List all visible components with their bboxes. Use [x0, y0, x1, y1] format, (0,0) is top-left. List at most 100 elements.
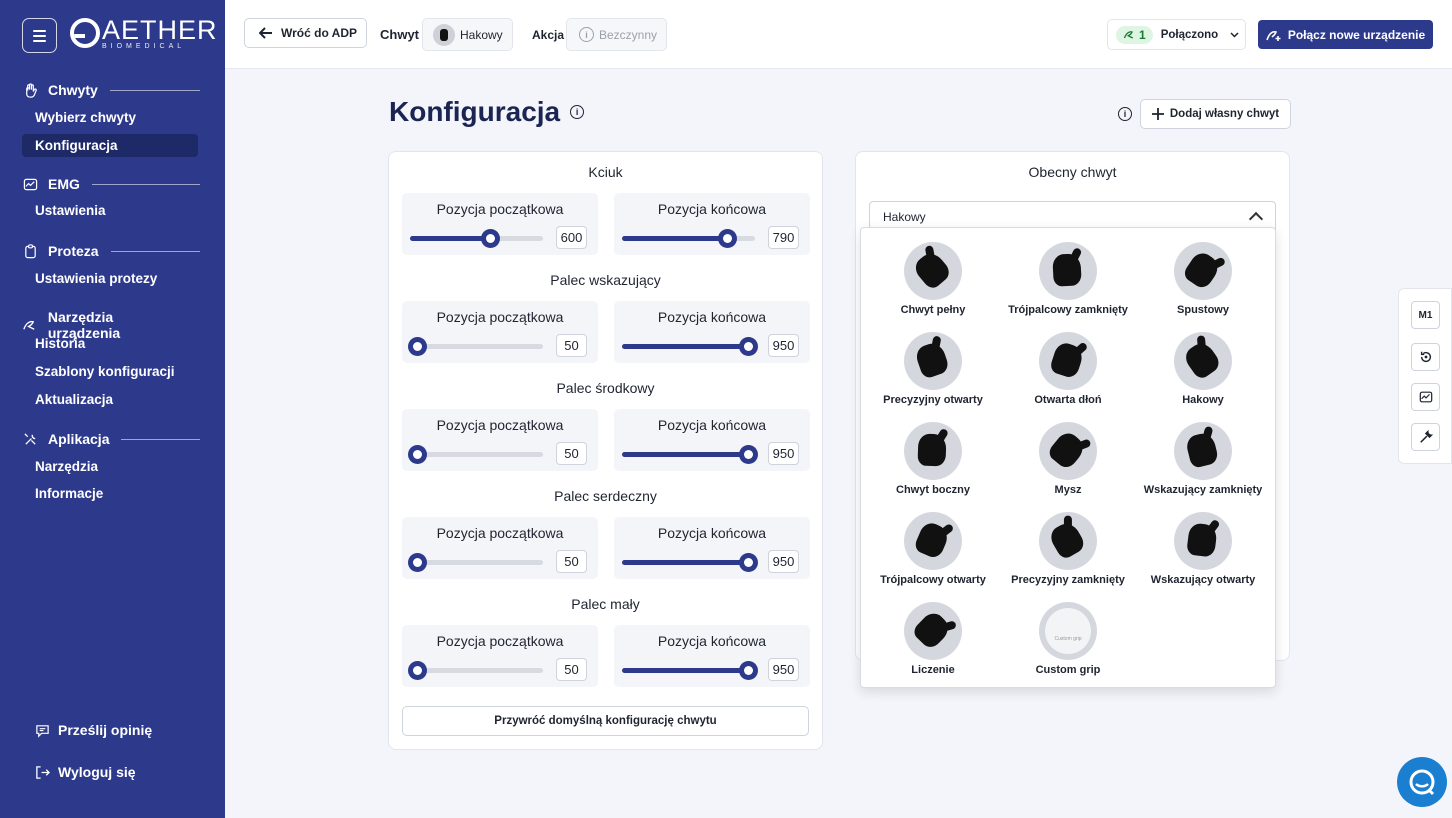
slider-value-input[interactable]: 50	[556, 334, 587, 357]
slider-thumb[interactable]	[718, 229, 738, 248]
start-position-slider: Pozycja początkowa 600	[402, 193, 598, 255]
feedback-icon	[36, 724, 49, 738]
page-title-text: Konfiguracja	[389, 96, 561, 127]
restore-button[interactable]	[1411, 343, 1440, 371]
grip-option[interactable]: Wskazujący otwarty	[1133, 512, 1273, 586]
sidebar-item-konfiguracja[interactable]: Konfiguracja	[22, 134, 198, 157]
slider-value-input[interactable]: 950	[768, 550, 799, 573]
info-icon[interactable]: i	[570, 105, 585, 119]
start-position-slider: Pozycja początkowa 50	[402, 517, 598, 579]
grip-option[interactable]: Trójpalcowy otwarty	[863, 512, 1003, 586]
connect-new-label: Połącz nowe urządzenie	[1287, 27, 1426, 42]
finger-title: Kciuk	[588, 164, 623, 180]
slider-track[interactable]	[622, 661, 759, 680]
grip-option[interactable]: Precyzyjny zamknięty	[998, 512, 1138, 586]
connect-new-device-button[interactable]: Połącz nowe urządzenie	[1258, 20, 1433, 49]
slider-thumb[interactable]	[407, 445, 427, 464]
slider-track[interactable]	[622, 445, 759, 464]
slider-label: Pozycja końcowa	[657, 525, 767, 541]
slider-label: Pozycja końcowa	[657, 633, 767, 649]
m1-button[interactable]: M1	[1411, 301, 1440, 329]
add-custom-grip-button[interactable]: Dodaj własny chwyt	[1140, 99, 1291, 129]
sidebar-item-historia[interactable]: Historia	[22, 332, 198, 355]
sidebar-item-wybierz-chwyty[interactable]: Wybierz chwyty	[22, 106, 198, 129]
slider-value-input[interactable]: 950	[768, 658, 799, 681]
grip-option[interactable]: Trójpalcowy zamknięty	[998, 242, 1138, 316]
slider-track[interactable]	[407, 553, 543, 572]
slider-value-input[interactable]: 50	[556, 442, 587, 465]
slider-value-input[interactable]: 790	[768, 226, 799, 249]
hand-icon	[1174, 422, 1232, 480]
menu-icon[interactable]	[22, 18, 57, 53]
finger-title: Palec serdeczny	[554, 488, 657, 504]
logo-sub: BIOMEDICAL	[102, 43, 186, 50]
slider-thumb[interactable]	[407, 661, 427, 680]
sidebar-item-narzedzia[interactable]: Narzędzia	[22, 455, 198, 478]
finger-title: Palec środkowy	[556, 380, 655, 396]
slider-thumb[interactable]	[739, 445, 759, 464]
slider-value-input[interactable]: 950	[768, 334, 799, 357]
prosthesis-icon	[1123, 30, 1134, 39]
prosthesis-add-icon	[1266, 30, 1281, 41]
restore-icon	[1420, 351, 1431, 363]
slider-thumb[interactable]	[407, 553, 427, 572]
grip-option[interactable]: Wskazujący zamknięty	[1133, 422, 1273, 496]
slider-track[interactable]	[622, 337, 759, 356]
connection-dropdown[interactable]: 1 Połączono	[1107, 19, 1246, 50]
end-position-slider: Pozycja końcowa 950	[614, 625, 810, 687]
sidebar-item-szablony-konfiguracji[interactable]: Szablony konfiguracji	[22, 360, 198, 383]
slider-value-input[interactable]: 50	[556, 658, 587, 681]
grip-option[interactable]: Mysz	[998, 422, 1138, 496]
sidebar-item-aktualizacja[interactable]: Aktualizacja	[22, 388, 198, 411]
slider-thumb[interactable]	[739, 553, 759, 572]
logout-link[interactable]: Wyloguj się	[35, 764, 136, 780]
slider-value-input[interactable]: 50	[556, 550, 587, 573]
end-position-slider: Pozycja końcowa 950	[614, 301, 810, 363]
grip-option-label: Hakowy	[1182, 394, 1224, 406]
hand-icon	[904, 422, 962, 480]
wrench-button[interactable]	[1411, 423, 1440, 451]
grip-option[interactable]: Liczenie	[863, 602, 1003, 676]
reset-default-button[interactable]: Przywróć domyślną konfigurację chwytu	[402, 706, 809, 736]
slider-thumb[interactable]	[407, 337, 427, 356]
grip-option-label: Chwyt boczny	[896, 484, 970, 496]
slider-track[interactable]	[410, 229, 543, 248]
grip-option[interactable]: Chwyt boczny	[863, 422, 1003, 496]
feedback-label: Prześlij opinię	[58, 722, 153, 738]
slider-track[interactable]	[407, 661, 543, 680]
current-grip-title: Obecny chwyt	[1028, 164, 1117, 180]
nav-section-aplikacja: Aplikacja	[22, 431, 200, 447]
nav-section-proteza: Proteza	[22, 243, 200, 259]
start-position-slider: Pozycja początkowa 50	[402, 625, 598, 687]
logo-mark-icon	[70, 18, 100, 48]
slider-track[interactable]	[407, 337, 543, 356]
slider-thumb[interactable]	[739, 661, 759, 680]
back-to-adp-button[interactable]: Wróć do ADP	[244, 18, 367, 48]
grip-option-label: Wskazujący zamknięty	[1143, 484, 1263, 496]
grip-option[interactable]: Custom grip Custom grip	[998, 602, 1138, 676]
slider-track[interactable]	[622, 553, 759, 572]
sidebar-item-ustawienia-protezy[interactable]: Ustawienia protezy	[22, 267, 198, 290]
grip-option[interactable]: Spustowy	[1133, 242, 1273, 316]
grip-option[interactable]: Chwyt pełny	[863, 242, 1003, 316]
slider-thumb[interactable]	[480, 229, 500, 248]
grip-option[interactable]: Precyzyjny otwarty	[863, 332, 1003, 406]
hand-icon	[904, 242, 962, 300]
grip-option[interactable]: Hakowy	[1133, 332, 1273, 406]
nav-section-title: Aplikacja	[48, 431, 110, 447]
chat-button[interactable]	[1397, 757, 1447, 807]
slider-track[interactable]	[622, 229, 755, 248]
slider-track[interactable]	[407, 445, 543, 464]
grip-dropdown-menu: Chwyt pełny Trójpalcowy zamknięty Spustowy…	[860, 227, 1276, 688]
slider-value-input[interactable]: 950	[768, 442, 799, 465]
grip-option[interactable]: Otwarta dłoń	[998, 332, 1138, 406]
emg-chart-button[interactable]	[1411, 383, 1440, 411]
feedback-link[interactable]: Prześlij opinię	[35, 722, 152, 738]
slider-value-input[interactable]: 600	[556, 226, 587, 249]
info-icon[interactable]: i	[1118, 107, 1132, 121]
slider-thumb[interactable]	[739, 337, 759, 356]
hand-icon	[904, 332, 962, 390]
sidebar-item-ustawienia[interactable]: Ustawienia	[22, 199, 198, 222]
sidebar-item-informacje[interactable]: Informacje	[22, 482, 198, 505]
slider-label: Pozycja początkowa	[436, 201, 564, 217]
